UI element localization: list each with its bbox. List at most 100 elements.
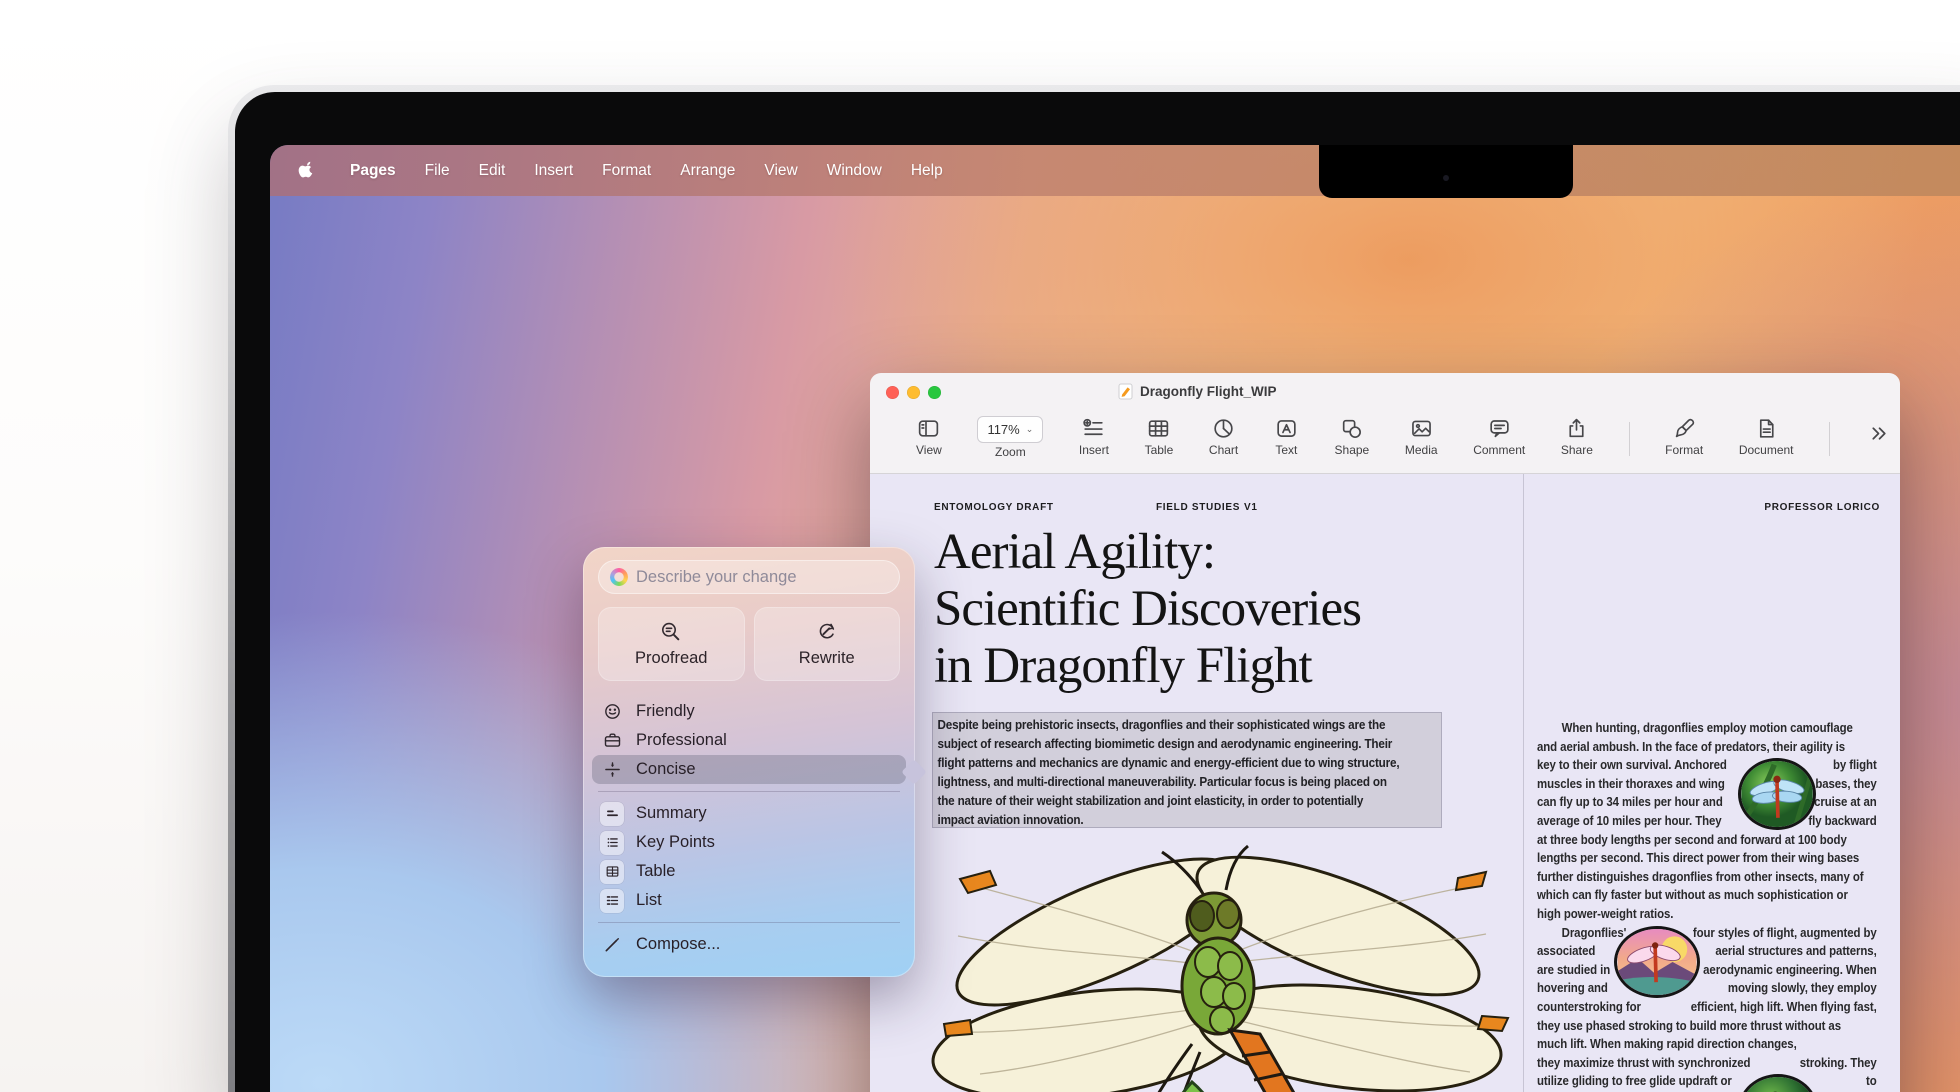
macbook-bezel: Pages File Edit Insert Format Arrange View Wind… <box>235 92 1960 1092</box>
proofread-button[interactable]: Proofread <box>598 607 745 681</box>
toolbar-document[interactable]: Document <box>1739 416 1794 457</box>
concise-icon <box>600 759 624 780</box>
zoom-dropdown[interactable]: 117% ⌄ <box>977 416 1043 443</box>
toolbar-items: View117%⌄ZoomInsertTableChartTextShapeMe… <box>916 416 1891 459</box>
pages-window: Dragonfly Flight_WIP View117%⌄ZoomInsert… <box>870 373 1900 1092</box>
apple-icon[interactable] <box>298 161 315 181</box>
menu-item-pages[interactable]: Pages <box>350 162 396 180</box>
toolbar-label-comment: Comment <box>1473 443 1525 457</box>
kicker-entomology-draft: ENTOMOLOGY DRAFT <box>934 502 1054 513</box>
text-line: lengths per second. This direct power fr… <box>1537 850 1877 869</box>
toolbar-label-table: Table <box>1145 443 1174 457</box>
menu-item-insert[interactable]: Insert <box>534 162 573 180</box>
writing-tools-option-key-points[interactable]: Key Points <box>592 828 906 857</box>
toolbar-label-chart: Chart <box>1209 443 1238 457</box>
option-label: Professional <box>636 731 727 750</box>
text-line: and aerial ambush. In the face of predat… <box>1537 739 1877 758</box>
text-line: When hunting, dragonflies employ motion … <box>1537 720 1877 739</box>
toolbar-insert[interactable]: Insert <box>1079 416 1109 457</box>
menu-item-file[interactable]: File <box>425 162 450 180</box>
menu-item-view[interactable]: View <box>764 162 797 180</box>
text-line: muscles in their thoraxes and wingbases,… <box>1537 776 1877 795</box>
toolbar-divider <box>1629 422 1630 456</box>
kicker-version: V1 <box>1244 502 1258 513</box>
chart-icon <box>1211 416 1236 441</box>
toolbar: View117%⌄ZoomInsertTableChartTextShapeMe… <box>870 413 1900 474</box>
compose-icon <box>600 934 624 955</box>
divider <box>598 922 900 923</box>
kicker-field-studies: FIELD STUDIES <box>1156 502 1240 513</box>
summary-icon <box>600 802 624 826</box>
apple-intelligence-icon <box>610 568 628 586</box>
selected-text-region[interactable]: Despite being prehistoric insects, drago… <box>932 712 1442 828</box>
rewrite-button[interactable]: Rewrite <box>754 607 901 681</box>
toolbar-comment[interactable]: Comment <box>1473 416 1525 457</box>
writing-tools-option-list[interactable]: List <box>592 886 906 915</box>
toolbar-table[interactable]: Table <box>1145 416 1174 457</box>
view-icon <box>916 416 941 441</box>
toolbar-format[interactable]: Format <box>1665 416 1703 457</box>
toolbar-text[interactable]: Text <box>1274 416 1299 457</box>
window-title-bar[interactable]: Dragonfly Flight_WIP <box>870 373 1900 413</box>
bullet-list-icon <box>600 889 624 913</box>
right-column-text: When hunting, dragonflies employ motion … <box>1537 720 1877 1092</box>
menu-item-edit[interactable]: Edit <box>479 162 506 180</box>
toolbar-label-text: Text <box>1275 443 1297 457</box>
professional-icon <box>600 730 624 751</box>
kicker-author: PROFESSOR LORICO <box>1700 502 1880 513</box>
dragonfly-perched-photo <box>1738 758 1816 830</box>
writing-tools-option-compose[interactable]: Compose... <box>592 930 906 959</box>
text-line: average of 10 miles per hour. Theyfly ba… <box>1537 813 1877 832</box>
menu-item-window[interactable]: Window <box>827 162 882 180</box>
rewrite-label: Rewrite <box>799 649 855 668</box>
proofread-label: Proofread <box>635 649 707 668</box>
minimize-button[interactable] <box>907 386 920 399</box>
menu-bar-items: Pages File Edit Insert Format Arrange View Wind… <box>270 161 943 181</box>
writing-tools-option-professional[interactable]: Professional <box>592 726 906 755</box>
traffic-lights <box>886 386 941 399</box>
menu-item-help[interactable]: Help <box>911 162 943 180</box>
writing-tools-option-concise[interactable]: Concise <box>592 755 906 784</box>
comment-icon <box>1487 416 1512 441</box>
text-line: utilize gliding to free glide updraft or… <box>1537 1073 1877 1092</box>
share-icon <box>1564 416 1589 441</box>
column-divider <box>1523 474 1524 1092</box>
table-icon <box>1146 416 1171 441</box>
option-label: Compose... <box>636 935 720 954</box>
describe-change-input[interactable]: Describe your change <box>598 560 900 594</box>
toolbar-shape[interactable]: Shape <box>1335 416 1370 457</box>
text-line: counterstroking forefficient, high lift.… <box>1537 999 1877 1018</box>
document-canvas[interactable]: ENTOMOLOGY DRAFT FIELD STUDIES V1 PROFES… <box>870 474 1900 1092</box>
close-button[interactable] <box>886 386 899 399</box>
chevron-down-icon: ⌄ <box>1026 424 1034 435</box>
menu-bar: Pages File Edit Insert Format Arrange View Wind… <box>270 145 1960 196</box>
toolbar-label-format: Format <box>1665 443 1703 457</box>
text-line: further distinguishes dragonflies from o… <box>1537 869 1877 888</box>
insert-icon <box>1081 416 1106 441</box>
option-label: Table <box>636 862 675 881</box>
zoom-value: 117% <box>987 422 1019 437</box>
writing-tools-option-friendly[interactable]: Friendly <box>592 697 906 726</box>
toolbar-more-button[interactable] <box>1866 416 1891 446</box>
menu-item-format[interactable]: Format <box>602 162 651 180</box>
toolbar-media[interactable]: Media <box>1405 416 1438 457</box>
toolbar-label-media: Media <box>1405 443 1438 457</box>
selected-paragraph: Despite being prehistoric insects, drago… <box>933 713 1390 828</box>
text-line: much lift. When making rapid direction c… <box>1537 1036 1877 1055</box>
toolbar-chart[interactable]: Chart <box>1209 416 1238 457</box>
text-line: hovering andmoving slowly, they employ <box>1537 980 1877 999</box>
option-label: List <box>636 891 662 910</box>
zoom-button[interactable] <box>928 386 941 399</box>
dragonfly-illustration <box>930 834 1515 1092</box>
article-heading: Aerial Agility:Scientific Discoveriesin … <box>934 524 1361 695</box>
text-line: associatedaerial structures and patterns… <box>1537 943 1877 962</box>
toolbar-view[interactable]: View <box>916 416 942 457</box>
menu-item-arrange[interactable]: Arrange <box>680 162 735 180</box>
toolbar-share[interactable]: Share <box>1561 416 1593 457</box>
writing-tools-option-summary[interactable]: Summary <box>592 799 906 828</box>
writing-tools-option-table[interactable]: Table <box>592 857 906 886</box>
format-icon <box>1672 416 1697 441</box>
toolbar-zoom[interactable]: 117%⌄Zoom <box>977 416 1043 459</box>
text-line: key to their own survival. Anchoredby fl… <box>1537 757 1877 776</box>
toolbar-label-share: Share <box>1561 443 1593 457</box>
